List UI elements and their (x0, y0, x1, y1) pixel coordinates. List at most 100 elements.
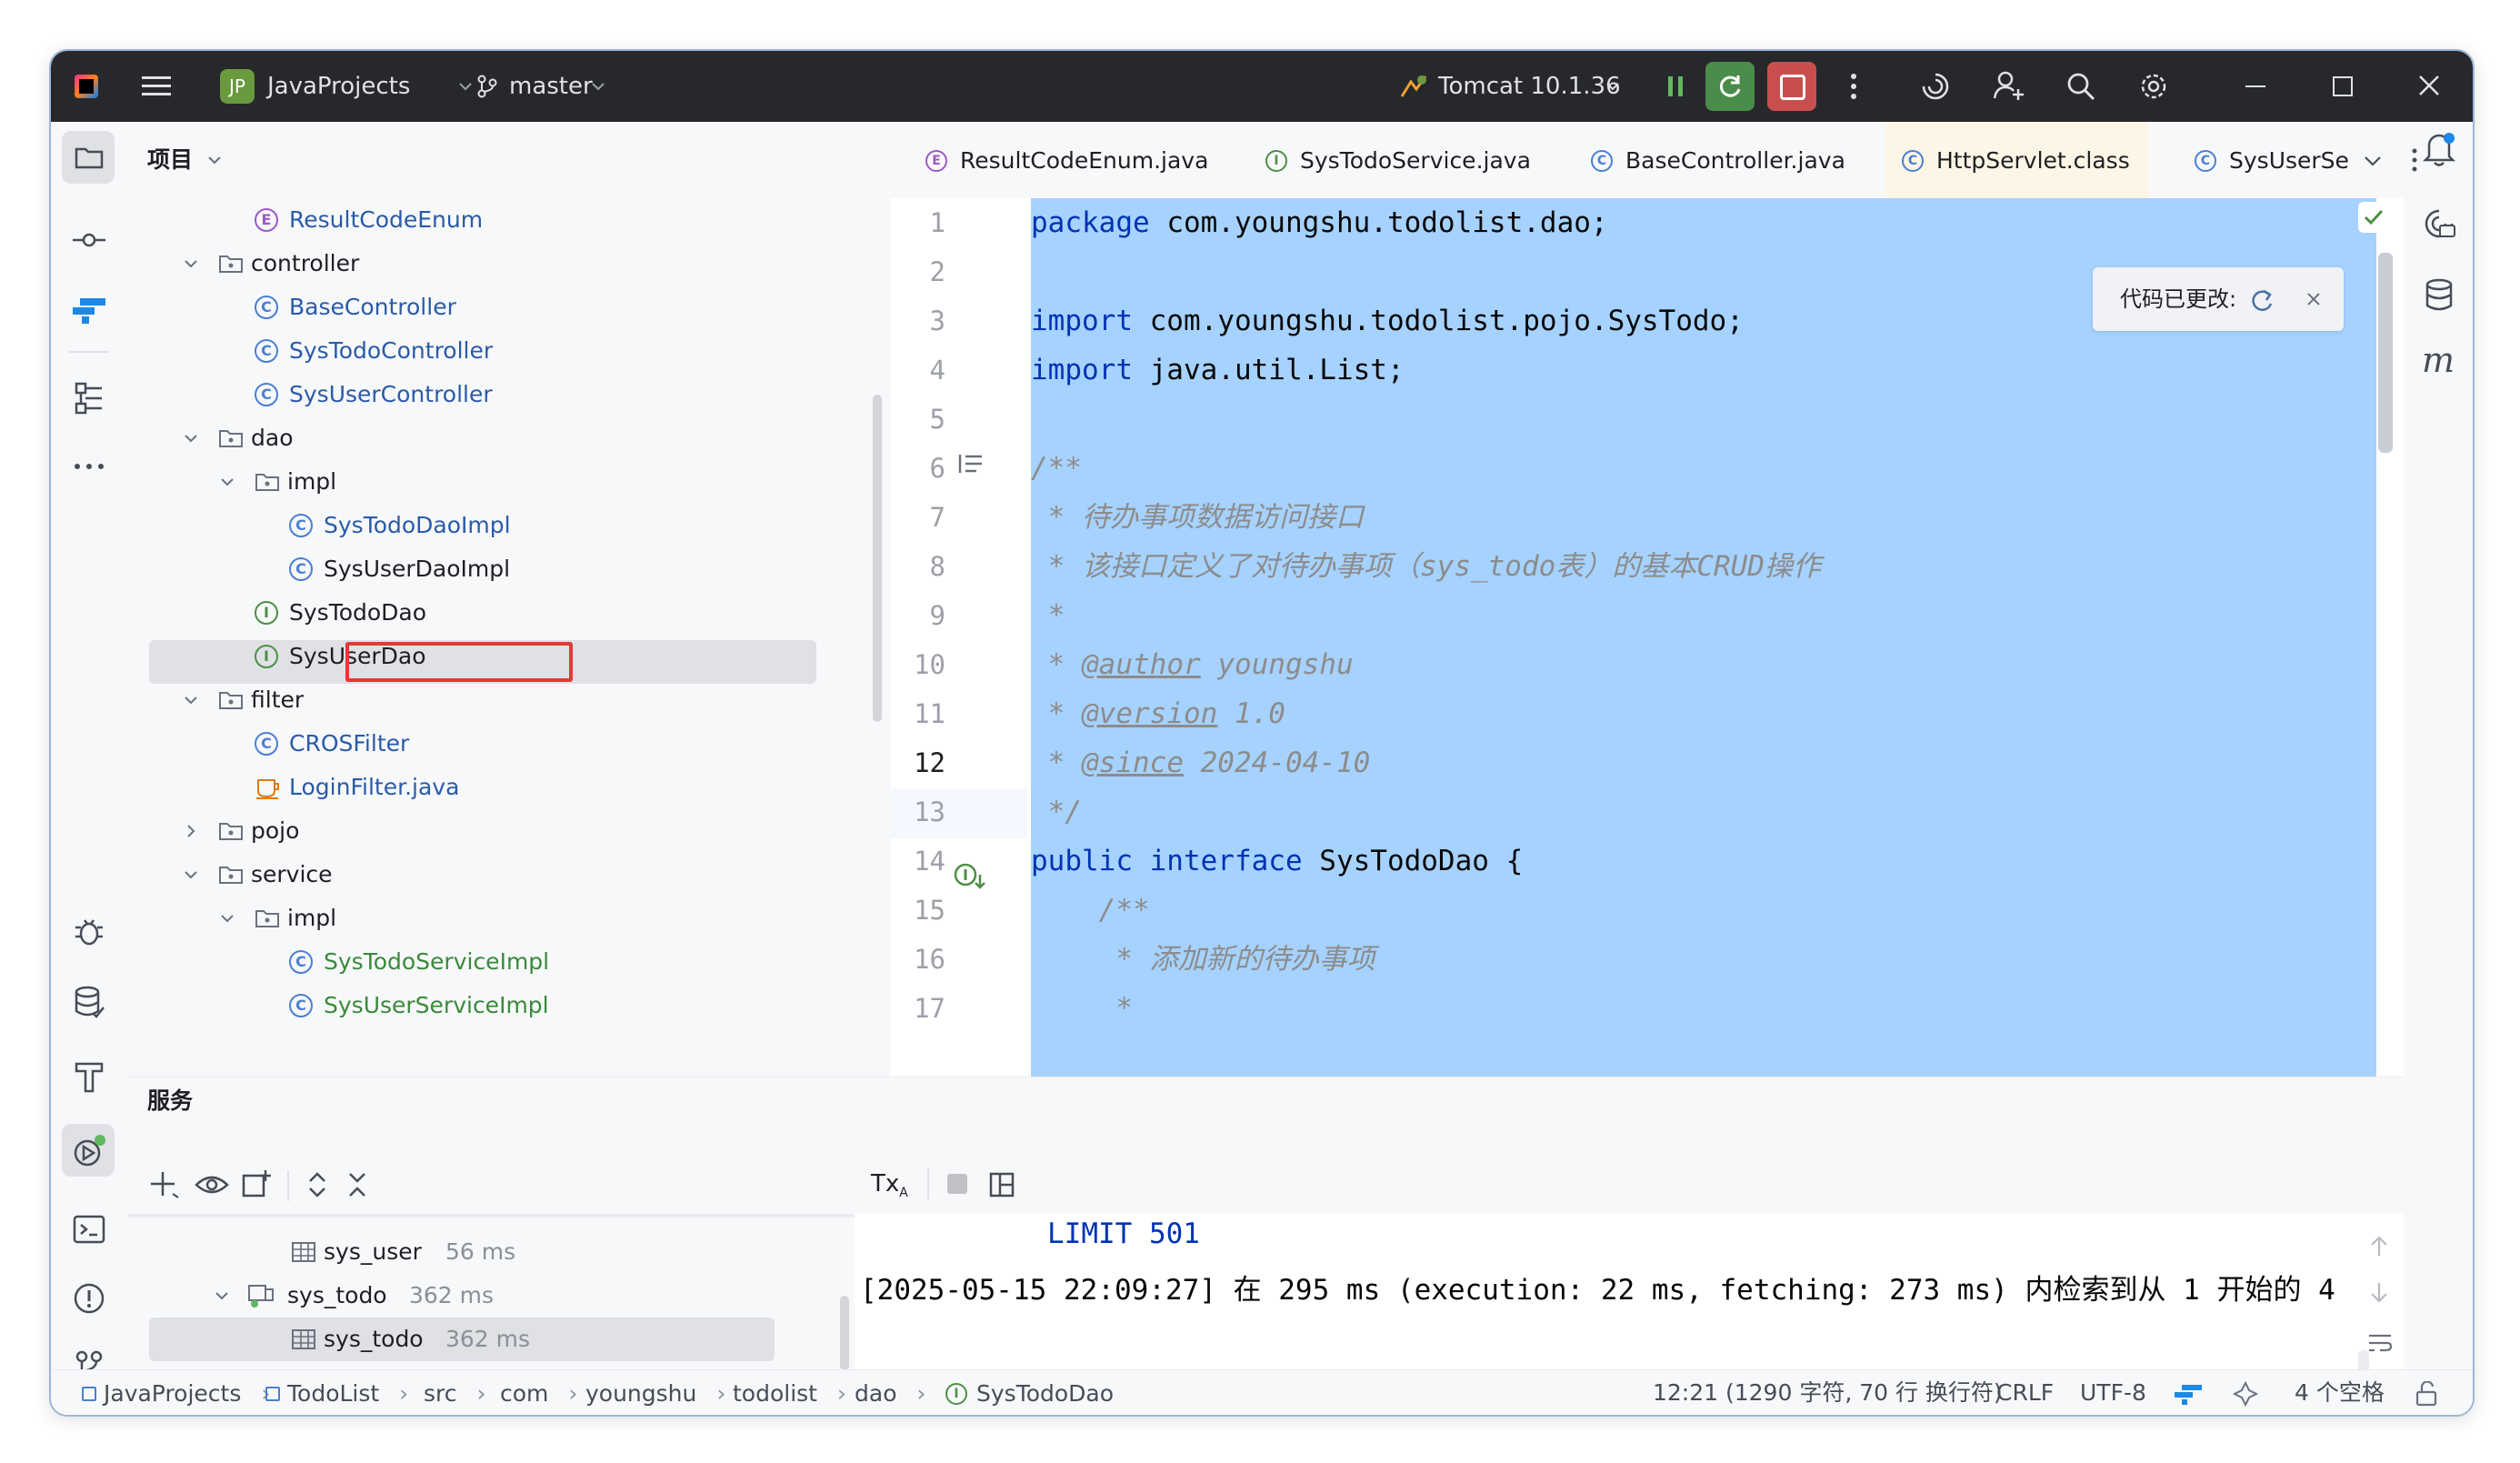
breadcrumb-item[interactable]: dao › (855, 1370, 925, 1415)
ai-status-icon[interactable] (2233, 1381, 2258, 1407)
scroll-up-icon[interactable] (2369, 1234, 2389, 1258)
tree-item-crosfilter[interactable]: C CROSFilter (127, 722, 873, 766)
tab-systodoservice-java[interactable]: I SysTodoService.java (1249, 122, 1549, 198)
tx-mode-button[interactable]: TxA (871, 1154, 908, 1223)
chevron-down-icon[interactable] (213, 1287, 231, 1305)
tree-item-dao[interactable]: dao (127, 416, 873, 460)
breadcrumb-item[interactable]: com › (500, 1370, 577, 1415)
structure-icon[interactable] (75, 382, 104, 415)
stop-query-icon[interactable] (947, 1174, 967, 1194)
tree-item-sysuserserviceimpl[interactable]: C SysUserServiceImpl (127, 984, 873, 1027)
chevron-down-icon[interactable] (182, 429, 200, 447)
breadcrumb-item[interactable]: youngshu › (585, 1370, 725, 1415)
main-menu-icon[interactable] (142, 75, 171, 98)
pause-icon[interactable] (1662, 73, 1689, 100)
stop-button[interactable] (1767, 62, 1816, 111)
tree-item-controller[interactable]: controller (127, 242, 873, 286)
ai-assistant-icon[interactable] (1920, 71, 1951, 102)
reload-changes-icon[interactable] (2249, 287, 2276, 313)
tree-item-systodoserviceimpl[interactable]: C SysTodoServiceImpl (127, 940, 873, 984)
database-panel-icon[interactable] (2424, 278, 2455, 313)
services-tree-item-sys-todo[interactable]: sys_todo 362 ms (127, 1274, 836, 1318)
breadcrumb-item[interactable]: I SysTodoDao (945, 1370, 1114, 1415)
problems-icon[interactable] (73, 1282, 105, 1315)
new-tab-icon[interactable] (242, 1168, 273, 1197)
caret-position[interactable]: 12:21 (1290 字符, 70 行 换行符) (1653, 1370, 2003, 1415)
tree-item-filter[interactable]: filter (127, 678, 873, 722)
expand-all-icon[interactable] (305, 1170, 329, 1199)
structure-gutter-icon[interactable] (956, 453, 984, 475)
chevron-down-icon[interactable] (182, 691, 200, 709)
tree-item-resultcodeenum[interactable]: E ResultCodeEnum (127, 198, 873, 242)
project-panel-header[interactable]: 项目 (147, 122, 221, 198)
tree-item-systododaoimpl[interactable]: C SysTodoDaoImpl (127, 504, 873, 547)
structure-jrebel-icon[interactable] (71, 296, 107, 326)
collapse-all-icon[interactable] (345, 1170, 369, 1199)
tree-item-systodocontroller[interactable]: C SysTodoController (127, 329, 873, 373)
maximize-icon[interactable] (2333, 76, 2353, 96)
chevron-down-icon[interactable] (218, 909, 236, 927)
tree-item-impl[interactable]: impl (127, 897, 873, 940)
project-tree-scrollbar[interactable] (873, 395, 882, 722)
scroll-down-icon[interactable] (2369, 1281, 2389, 1305)
editor-scrollbar[interactable] (2378, 253, 2393, 453)
app-logo-icon[interactable] (75, 75, 98, 98)
tree-item-systododao[interactable]: I SysTodoDao (127, 591, 873, 635)
inspection-ok-badge[interactable] (2358, 202, 2389, 233)
layout-icon[interactable] (989, 1172, 1015, 1197)
more-actions-icon[interactable] (1849, 73, 1858, 100)
breadcrumb-item[interactable]: src › (424, 1370, 485, 1415)
breadcrumb-item[interactable]: todolist › (733, 1370, 846, 1415)
jrebel-status-icon[interactable] (2173, 1383, 2204, 1405)
services-tree-item-sys-todo[interactable]: sys_todo 362 ms (127, 1318, 836, 1361)
tree-item-service[interactable]: service (127, 853, 873, 897)
implementations-gutter-icon[interactable] (953, 860, 989, 891)
lock-icon[interactable] (2415, 1381, 2438, 1407)
debug-bug-icon[interactable] (73, 915, 105, 947)
settings-gear-icon[interactable] (2138, 71, 2169, 102)
chevron-down-icon[interactable] (182, 866, 200, 884)
search-icon[interactable] (2065, 71, 2096, 102)
code-changed-notification[interactable]: 代码已更改: (2093, 267, 2344, 331)
code-editor[interactable]: 1 2 3 4 5 6 7 8 9 10 11 12 13 14 15 16 17 package com.yo… (891, 198, 2404, 1077)
tree-item-impl[interactable]: impl (127, 460, 873, 504)
notifications-bell-icon[interactable] (2422, 131, 2456, 167)
tree-item-basecontroller[interactable]: C BaseController (127, 286, 873, 329)
soft-wrap-icon[interactable] (2367, 1332, 2393, 1354)
services-tree-item-sys-user[interactable]: sys_user 56 ms (127, 1230, 836, 1274)
add-service-icon[interactable] (149, 1170, 180, 1199)
chevron-down-icon[interactable] (182, 255, 200, 273)
close-window-icon[interactable] (2418, 75, 2440, 96)
line-separator[interactable]: CRLF (1996, 1370, 2054, 1415)
build-hammer-icon[interactable] (73, 1060, 105, 1093)
ai-chat-icon[interactable] (2422, 207, 2456, 240)
indent-setting[interactable]: 4 个空格 (2295, 1370, 2385, 1415)
rerun-button[interactable] (1705, 62, 1755, 111)
services-tool-button[interactable] (62, 1124, 115, 1177)
breadcrumb-item[interactable]: JavaProjects › (82, 1370, 270, 1415)
eye-icon[interactable] (195, 1172, 229, 1197)
chevron-down-icon[interactable] (218, 473, 236, 491)
tab-more-icon[interactable] (2411, 147, 2418, 173)
project-tool-button[interactable] (62, 131, 115, 184)
file-encoding[interactable]: UTF-8 (2080, 1370, 2146, 1415)
add-user-icon[interactable] (1993, 69, 2025, 102)
more-tools-icon[interactable] (73, 462, 105, 471)
terminal-icon[interactable] (73, 1215, 105, 1244)
tab-basecontroller-java[interactable]: C BaseController.java (1575, 122, 1864, 198)
maven-icon[interactable]: m (2422, 340, 2455, 380)
breadcrumb-item[interactable]: TodoList › (265, 1370, 408, 1415)
tabs-dropdown-chevron-icon[interactable] (2364, 155, 2382, 167)
tree-item-pojo[interactable]: pojo (127, 809, 873, 853)
database-icon[interactable] (73, 986, 105, 1020)
commit-icon[interactable] (73, 231, 105, 249)
tree-item-sysusercontroller[interactable]: C SysUserController (127, 373, 873, 416)
tree-item-sysuserdaoimpl[interactable]: C SysUserDaoImpl (127, 547, 873, 591)
tab-resultcodeenum-java[interactable]: E ResultCodeEnum.java (909, 122, 1226, 198)
tree-item-loginfilter-java[interactable]: LoginFilter.java (127, 766, 873, 809)
close-notification-icon[interactable] (2305, 291, 2322, 307)
tab-httpservlet-class[interactable]: C HttpServlet.class (1885, 122, 2148, 198)
tab-sysuserse[interactable]: C SysUserSe (2178, 122, 2376, 198)
chevron-right-icon[interactable] (182, 822, 200, 840)
services-tree-scrollbar[interactable] (840, 1296, 849, 1370)
